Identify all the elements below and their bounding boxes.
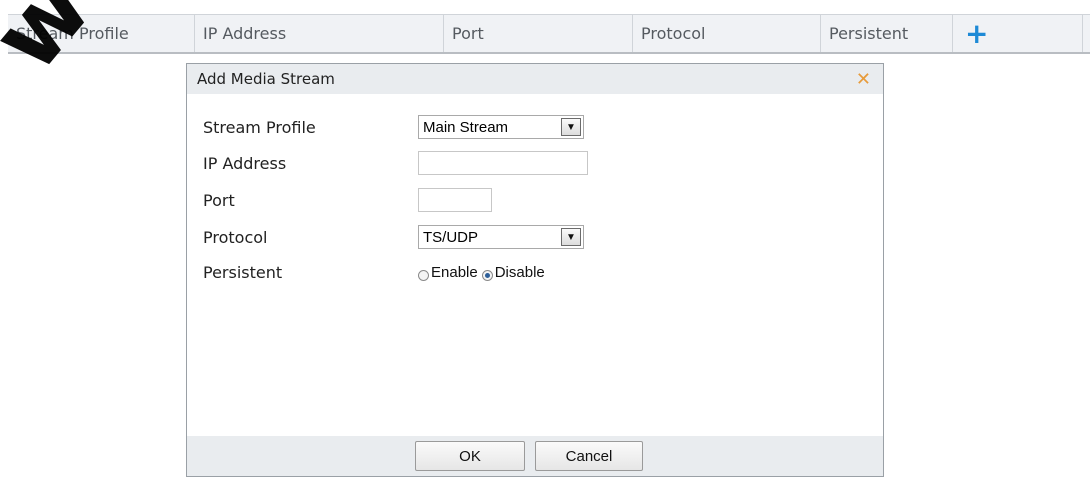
column-persistent: Persistent — [821, 15, 953, 52]
protocol-select[interactable]: TS/UDP ▼ — [418, 225, 584, 249]
dialog-title-bar: Add Media Stream ✕ — [187, 64, 883, 94]
disable-radio-label[interactable]: Disable — [495, 264, 545, 281]
stream-profile-label: Stream Profile — [203, 117, 316, 137]
plus-icon[interactable]: + — [965, 19, 988, 48]
column-actions: + — [953, 15, 1083, 52]
ok-button[interactable]: OK — [415, 441, 525, 471]
port-input[interactable] — [418, 188, 492, 212]
media-stream-table-header: Stream Profile IP Address Port Protocol … — [8, 14, 1090, 54]
persistent-row: Persistent Enable Disable — [203, 259, 545, 285]
disable-radio[interactable] — [481, 269, 493, 281]
column-protocol: Protocol — [633, 15, 821, 52]
port-label: Port — [203, 190, 235, 210]
ip-address-input[interactable] — [418, 151, 588, 175]
column-port: Port — [444, 15, 633, 52]
chevron-down-icon[interactable]: ▼ — [561, 118, 581, 136]
ip-address-label: IP Address — [203, 153, 287, 173]
add-media-stream-dialog: Add Media Stream ✕ Stream Profile Main S… — [186, 63, 884, 477]
enable-radio-label[interactable]: Enable — [431, 264, 478, 281]
protocol-value: TS/UDP — [423, 228, 479, 246]
close-icon[interactable]: ✕ — [856, 69, 871, 90]
protocol-row: Protocol TS/UDP ▼ — [203, 224, 584, 250]
chevron-down-icon[interactable]: ▼ — [561, 228, 581, 246]
enable-radio[interactable] — [418, 269, 429, 281]
column-stream-profile: Stream Profile — [8, 15, 195, 52]
dialog-footer: OK Cancel — [187, 436, 883, 476]
cancel-button[interactable]: Cancel — [535, 441, 643, 471]
column-ip-address: IP Address — [195, 15, 444, 52]
dialog-title: Add Media Stream — [197, 70, 335, 88]
protocol-label: Protocol — [203, 227, 268, 247]
stream-profile-value: Main Stream — [423, 118, 509, 136]
persistent-label: Persistent — [203, 262, 283, 282]
port-row: Port — [203, 187, 492, 213]
persistent-radio-group: Enable Disable — [418, 264, 545, 281]
stream-profile-row: Stream Profile Main Stream ▼ — [203, 114, 584, 140]
stream-profile-select[interactable]: Main Stream ▼ — [418, 115, 584, 139]
ip-address-row: IP Address — [203, 150, 588, 176]
